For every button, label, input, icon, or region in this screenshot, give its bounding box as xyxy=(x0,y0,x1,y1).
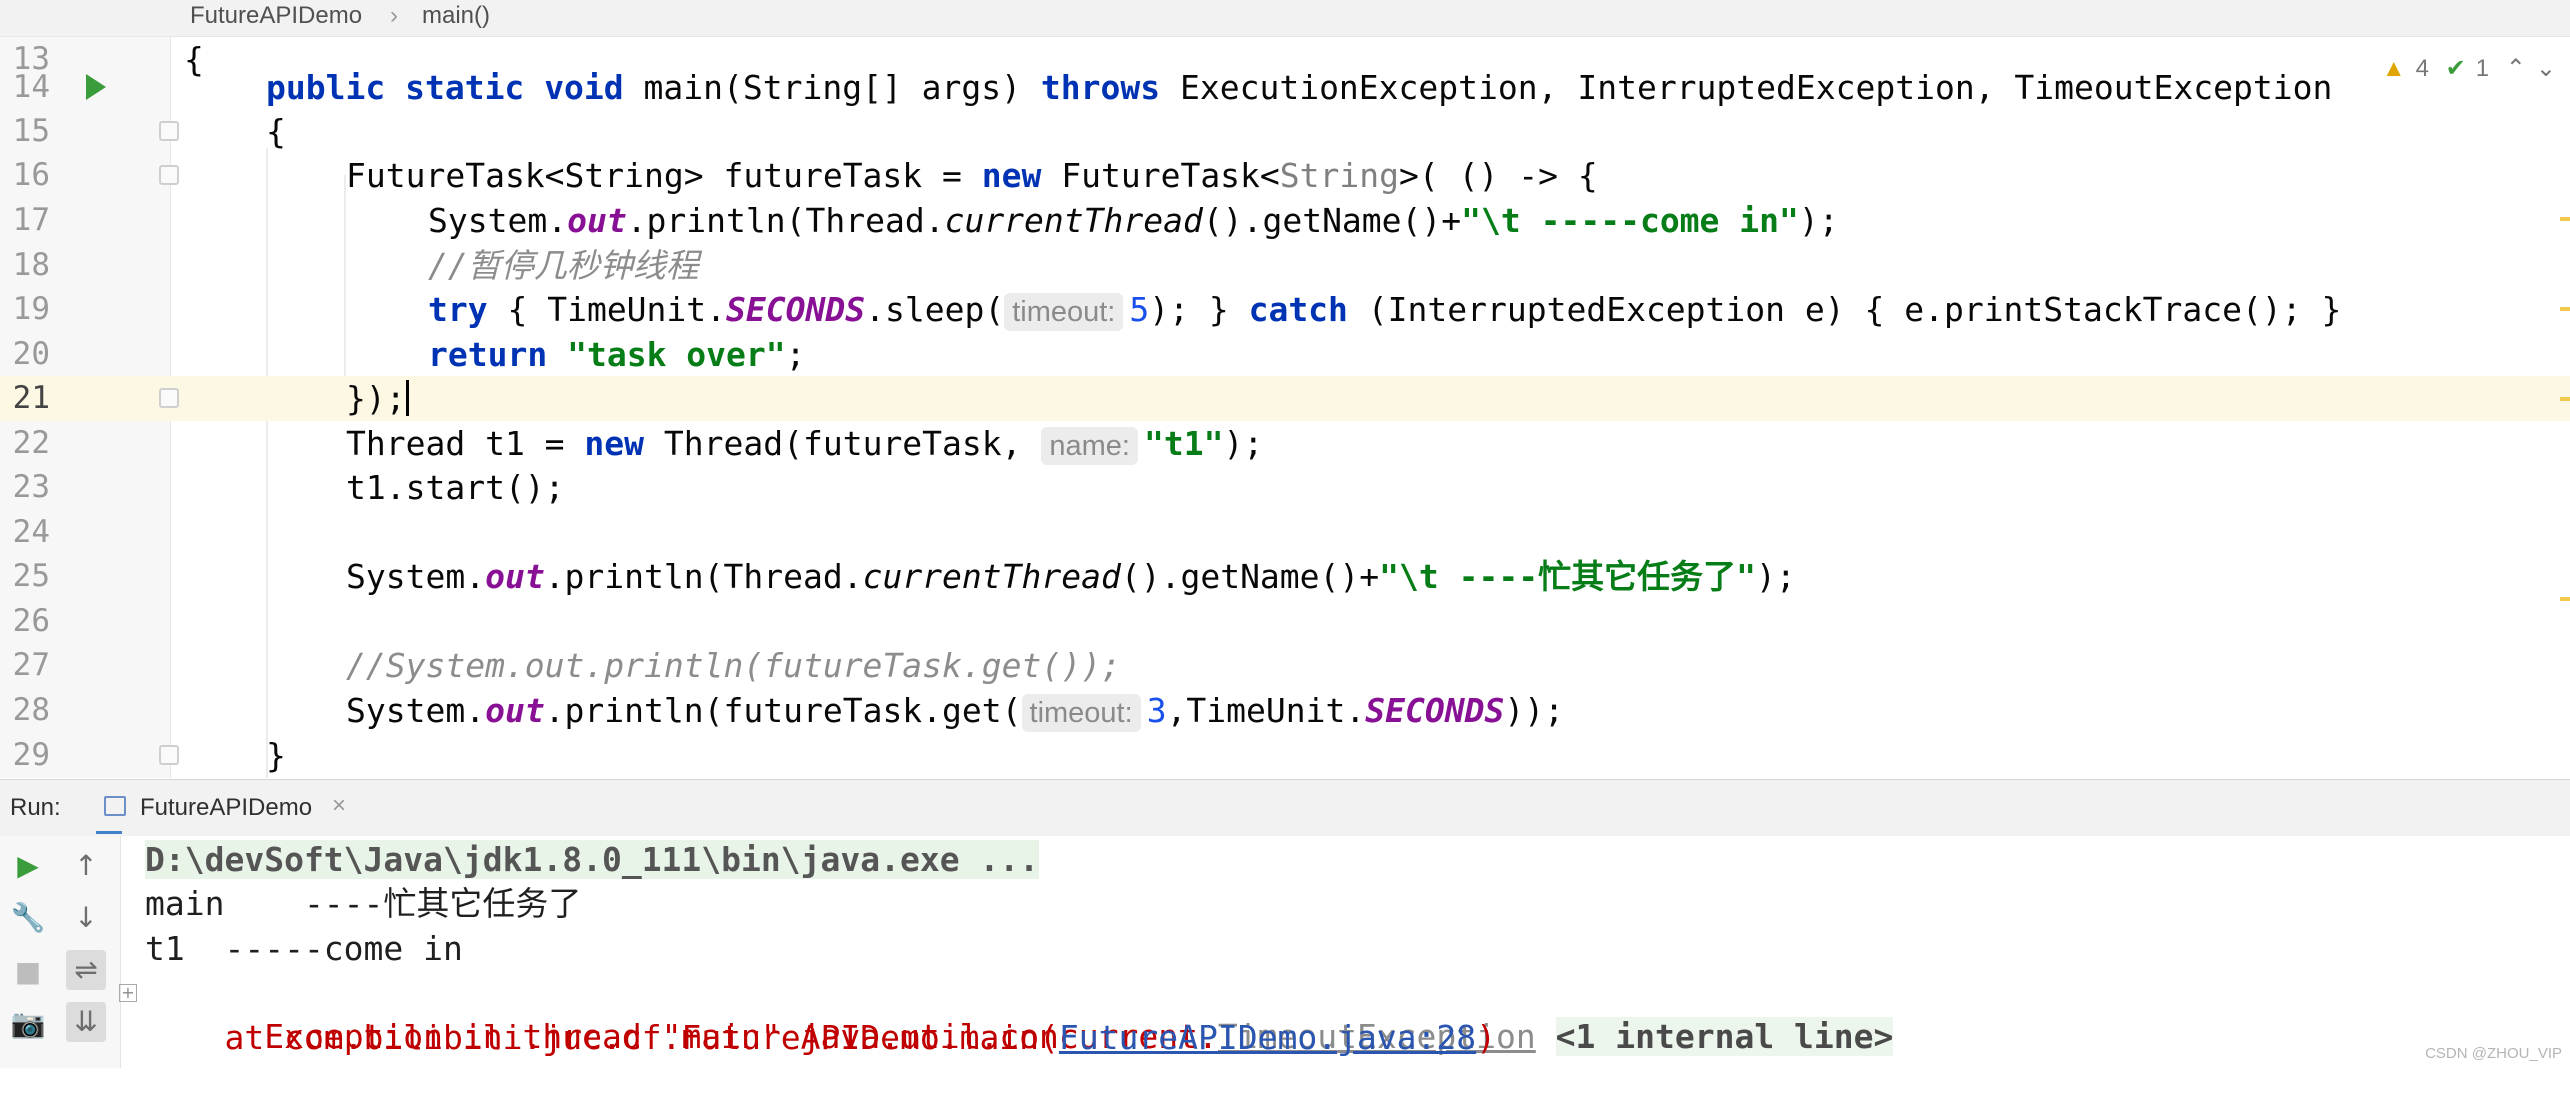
console-command-line: D:\devSoft\Java\jdk1.8.0_111\bin\java.ex… xyxy=(145,840,1040,879)
code-line-21-current: 21 }); xyxy=(0,376,2570,421)
run-config-icon xyxy=(104,796,126,816)
console-error-line: + Exception in thread "main" java.util.co… xyxy=(119,971,1894,1056)
code-line-17: 17 System.out.println(Thread.currentThre… xyxy=(0,198,2570,243)
error-stripe-mark[interactable] xyxy=(2560,217,2570,221)
camera-icon[interactable]: 📷 xyxy=(8,1004,48,1044)
run-label: Run: xyxy=(10,794,61,821)
line-number: 18 xyxy=(12,247,50,283)
text-caret xyxy=(406,380,409,416)
code-line-26: 26 xyxy=(0,599,2570,644)
code-text: { xyxy=(266,112,286,151)
code-text: System.out.println(Thread.currentThread(… xyxy=(428,201,1839,240)
rerun-icon[interactable]: ▶ xyxy=(8,846,48,886)
console-output-line: main ----忙其它任务了 xyxy=(145,884,582,923)
line-number: 22 xyxy=(12,425,50,461)
code-editor[interactable]: 13 { 14 public static void main(String[]… xyxy=(0,37,2570,778)
code-line-22: 22 Thread t1 = new Thread(futureTask, na… xyxy=(0,421,2570,466)
breadcrumb-method[interactable]: main() xyxy=(422,2,490,30)
console-output-line: t1 -----come in xyxy=(145,929,463,968)
check-icon: ✔ xyxy=(2445,55,2466,82)
code-line-23: 23 t1.start(); xyxy=(0,465,2570,510)
fold-icon[interactable] xyxy=(159,121,179,141)
run-tool-window: ▶ ↑ 🔧 ↓ ■ ⇌ 📷 ⇊ D:\devSoft\Java\jdk1.8.0… xyxy=(0,836,2570,1068)
code-line-27: 27 //System.out.println(futureTask.get()… xyxy=(0,643,2570,688)
code-comment: //System.out.println(futureTask.get()); xyxy=(346,646,1121,685)
source-link[interactable]: FutureAPIDemo.java:28 xyxy=(1059,1018,1476,1057)
fold-icon[interactable] xyxy=(159,165,179,185)
chevron-down-icon[interactable]: ⌄ xyxy=(2536,55,2556,82)
param-hint-timeout: timeout: xyxy=(1004,293,1124,331)
breadcrumb-separator-icon: › xyxy=(390,2,398,29)
code-line-16: 16 FutureTask<String> futureTask = new F… xyxy=(0,153,2570,198)
error-stripe-mark[interactable] xyxy=(2560,307,2570,311)
line-number: 25 xyxy=(12,558,50,594)
code-line-24: 24 xyxy=(0,510,2570,555)
fold-icon[interactable] xyxy=(159,388,179,408)
code-line-18: 18 //暂停几秒钟线程 xyxy=(0,243,2570,288)
code-text: System.out.println(futureTask.get(timeou… xyxy=(346,691,1564,732)
code-text: Thread t1 = new Thread(futureTask, name:… xyxy=(346,424,1264,465)
line-number: 27 xyxy=(12,647,50,683)
param-hint-name: name: xyxy=(1041,427,1138,465)
expand-icon[interactable]: + xyxy=(119,984,137,1002)
breadcrumb-file[interactable]: FutureAPIDemo xyxy=(190,2,362,30)
line-number: 17 xyxy=(12,202,50,238)
chevron-up-icon[interactable]: ⌃ xyxy=(2506,55,2526,82)
code-text: } xyxy=(266,736,286,775)
line-number: 24 xyxy=(12,514,50,550)
line-number: 19 xyxy=(12,291,50,327)
line-number: 23 xyxy=(12,469,50,505)
param-hint-timeout: timeout: xyxy=(1021,694,1141,732)
run-tool-window-header: Run: FutureAPIDemo × xyxy=(0,779,2570,837)
warning-icon: ▲ xyxy=(2381,55,2406,82)
tab-futureapidemo[interactable]: FutureAPIDemo × xyxy=(96,780,346,834)
line-number: 21 xyxy=(0,376,50,421)
run-gutter-icon[interactable] xyxy=(86,74,106,100)
console-stacktrace-line: at com.bilibili.juc.cf.FutureAPIDemo.mai… xyxy=(145,1018,1497,1057)
line-number: 29 xyxy=(12,737,50,773)
line-number: 26 xyxy=(12,603,50,639)
line-number: 15 xyxy=(12,113,50,149)
code-line-15: 15 { xyxy=(0,109,2570,154)
soft-wrap-icon[interactable]: ⇌ xyxy=(66,950,106,990)
code-text: public static void main(String[] args) t… xyxy=(266,68,2333,107)
code-line-28: 28 System.out.println(futureTask.get(tim… xyxy=(0,688,2570,733)
console-output[interactable]: D:\devSoft\Java\jdk1.8.0_111\bin\java.ex… xyxy=(119,836,2545,1068)
line-number: 14 xyxy=(12,69,50,105)
breadcrumb: FutureAPIDemo › main() xyxy=(0,0,2570,37)
code-text: return "task over"; xyxy=(428,335,806,374)
stop-icon[interactable]: ■ xyxy=(8,952,48,992)
arrow-down-icon[interactable]: ↓ xyxy=(66,898,106,938)
code-text: t1.start(); xyxy=(346,468,565,507)
watermark: CSDN @ZHOU_VIP xyxy=(2425,1045,2562,1062)
run-toolbar: ▶ ↑ 🔧 ↓ ■ ⇌ 📷 ⇊ xyxy=(0,836,121,1068)
inspections-widget[interactable]: ▲ 4 ✔ 1 ⌃ ⌄ xyxy=(2382,51,2566,87)
line-number: 16 xyxy=(12,157,50,193)
code-line-29: 29 } xyxy=(0,733,2570,778)
arrow-up-icon[interactable]: ↑ xyxy=(66,846,106,886)
code-line-19: 19 try { TimeUnit.SECONDS.sleep(timeout:… xyxy=(0,287,2570,332)
code-line-20: 20 return "task over"; xyxy=(0,332,2570,377)
error-stripe-mark[interactable] xyxy=(2560,397,2570,401)
weak-warning-count: 1 xyxy=(2475,55,2490,82)
internal-lines-fold[interactable]: <1 internal line> xyxy=(1555,1017,1894,1056)
line-number: 28 xyxy=(12,692,50,728)
code-line-14: 14 public static void main(String[] args… xyxy=(0,65,2570,110)
warning-count: 4 xyxy=(2415,55,2429,82)
wrench-icon[interactable]: 🔧 xyxy=(8,898,48,938)
code-text: System.out.println(Thread.currentThread(… xyxy=(346,557,1796,596)
code-text: }); xyxy=(346,379,406,418)
fold-icon[interactable] xyxy=(159,745,179,765)
scroll-to-end-icon[interactable]: ⇊ xyxy=(66,1002,106,1042)
code-line-25: 25 System.out.println(Thread.currentThre… xyxy=(0,554,2570,599)
tab-title: FutureAPIDemo xyxy=(140,794,313,821)
code-text: FutureTask<String> futureTask = new Futu… xyxy=(346,156,1598,195)
line-number: 20 xyxy=(12,336,50,372)
code-text: try { TimeUnit.SECONDS.sleep(timeout: 5);… xyxy=(428,290,2342,331)
error-stripe-mark[interactable] xyxy=(2560,597,2570,601)
close-icon[interactable]: × xyxy=(332,792,346,820)
code-comment: //暂停几秒钟线程 xyxy=(428,246,699,285)
